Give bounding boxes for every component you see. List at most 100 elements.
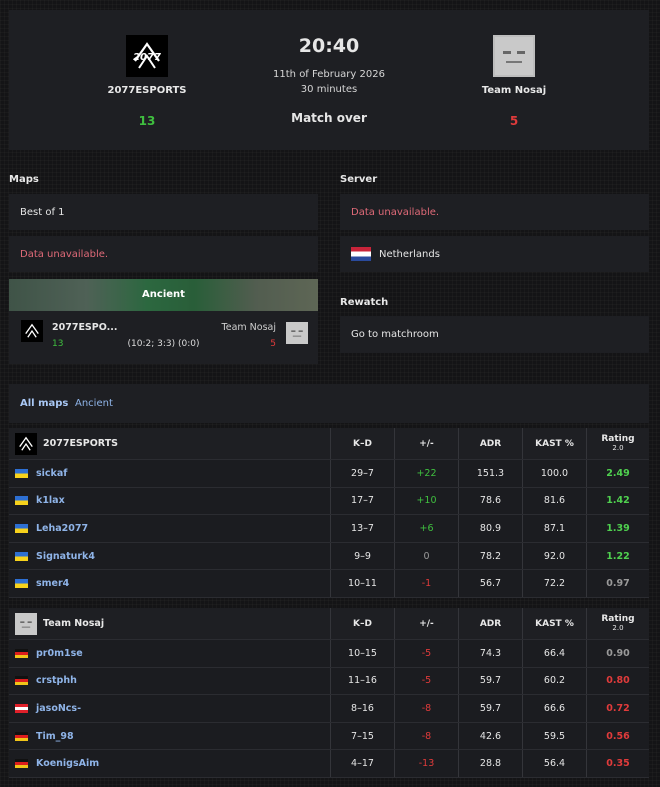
player-kd: 29–7 — [330, 460, 394, 487]
table-row: jasoNcs- 8–16 -8 59.7 66.6 0.72 — [9, 695, 649, 723]
team1-header[interactable]: 2077 2077ESPORTS 13 — [67, 10, 227, 128]
player-kd: 13–7 — [330, 515, 394, 542]
player-plus-minus: 0 — [394, 542, 458, 570]
player-rating: 0.90 — [586, 640, 649, 667]
player-name-link[interactable]: Signaturk4 — [36, 551, 95, 562]
team2-table-team[interactable]: Team Nosaj — [9, 608, 330, 639]
col-rating-version: 2.0 — [612, 443, 624, 452]
table-row: Signaturk4 9–9 0 78.2 92.0 1.22 — [9, 542, 649, 571]
team-nosaj-avatar-icon — [286, 322, 308, 344]
player-name-link[interactable]: Leha2077 — [36, 523, 88, 534]
player-cell: jasoNcs- — [9, 695, 330, 722]
table-row: pr0m1se 10–15 -5 74.3 66.4 0.90 — [9, 640, 649, 668]
player-adr: 74.3 — [458, 640, 522, 667]
player-plus-minus: -5 — [394, 667, 458, 695]
player-name-link[interactable]: sickaf — [36, 468, 67, 479]
player-kd: 17–7 — [330, 487, 394, 515]
maps-title: Maps — [9, 174, 39, 185]
player-kd: 4–17 — [330, 750, 394, 777]
team2-header[interactable]: Team Nosaj 5 — [434, 10, 594, 128]
country-flag-icon — [15, 703, 28, 713]
svg-text:2077: 2077 — [133, 52, 161, 63]
col-rating-label: Rating — [601, 613, 635, 624]
country-flag-icon — [15, 759, 28, 769]
team1-stats-table: 2077ESPORTS K–D +/- ADR KAST % Rating 2.0… — [9, 428, 649, 598]
col-rating: Rating 2.0 — [586, 428, 649, 459]
team2-table-name: Team Nosaj — [43, 618, 105, 629]
map-team2-name: Team Nosaj — [221, 322, 276, 333]
player-cell: Leha2077 — [9, 515, 330, 542]
player-plus-minus: -8 — [394, 722, 458, 750]
player-rating: 2.49 — [586, 460, 649, 487]
player-kast: 81.6 — [522, 487, 586, 515]
tab-all-maps[interactable]: All maps — [20, 398, 68, 409]
map-result-row: 2077ESPO... 13 (10:2; 3:3) (0:0) Team No… — [9, 311, 318, 364]
match-duration: 30 minutes — [300, 84, 358, 95]
country-flag-icon — [15, 579, 28, 589]
player-cell: smer4 — [9, 570, 330, 597]
player-cell: KoenigsAim — [9, 750, 330, 777]
table-header: 2077ESPORTS K–D +/- ADR KAST % Rating 2.0 — [9, 428, 649, 460]
team1-table-team[interactable]: 2077ESPORTS — [9, 428, 330, 459]
player-name-link[interactable]: Tim_98 — [36, 731, 74, 742]
country-flag-icon — [15, 496, 28, 506]
team-nosaj-avatar-icon — [15, 612, 37, 635]
match-time: 20:40 — [298, 35, 360, 57]
maps-error-label: Data unavailable. — [20, 248, 109, 260]
player-name-link[interactable]: smer4 — [36, 578, 69, 589]
match-info: 20:40 11th of February 2026 30 minutes M… — [249, 10, 409, 125]
player-adr: 42.6 — [458, 722, 522, 750]
server-error: Data unavailable. — [340, 194, 649, 230]
col-plus-minus: +/- — [394, 608, 458, 639]
team-nosaj-avatar-icon — [493, 35, 535, 77]
player-kd: 10–11 — [330, 570, 394, 597]
go-to-matchroom-label: Go to matchroom — [351, 329, 439, 340]
server-error-label: Data unavailable. — [351, 206, 440, 218]
player-name-link[interactable]: crstphh — [36, 675, 77, 686]
col-kast: KAST % — [522, 608, 586, 639]
table-row: KoenigsAim 4–17 -13 28.8 56.4 0.35 — [9, 750, 649, 778]
player-kast: 100.0 — [522, 460, 586, 487]
player-kast: 87.1 — [522, 515, 586, 542]
player-adr: 78.6 — [458, 487, 522, 515]
player-plus-minus: +22 — [394, 460, 458, 487]
player-adr: 59.7 — [458, 695, 522, 722]
team2-score: 5 — [509, 114, 519, 128]
player-kd: 8–16 — [330, 695, 394, 722]
match-date: 11th of February 2026 — [273, 69, 385, 80]
go-to-matchroom-button[interactable]: Go to matchroom — [340, 316, 649, 353]
col-plus-minus: +/- — [394, 428, 458, 459]
player-rating: 0.35 — [586, 750, 649, 777]
player-kd: 11–16 — [330, 667, 394, 695]
player-name-link[interactable]: pr0m1se — [36, 648, 83, 659]
team1-name[interactable]: 2077ESPORTS — [67, 85, 227, 96]
player-cell: k1lax — [9, 488, 330, 515]
player-rating: 0.72 — [586, 695, 649, 722]
col-rating-label: Rating — [601, 433, 635, 444]
player-name-link[interactable]: KoenigsAim — [36, 758, 99, 769]
team2-stats-table: Team Nosaj K–D +/- ADR KAST % Rating 2.0 … — [9, 608, 649, 778]
player-cell: crstphh — [9, 668, 330, 695]
player-name-link[interactable]: k1lax — [36, 495, 65, 506]
player-rating: 0.97 — [586, 570, 649, 597]
team2-name[interactable]: Team Nosaj — [434, 85, 594, 96]
player-name-link[interactable]: jasoNcs- — [36, 703, 81, 714]
col-adr: ADR — [458, 608, 522, 639]
player-kd: 7–15 — [330, 722, 394, 750]
player-adr: 80.9 — [458, 515, 522, 542]
netherlands-flag-icon — [351, 247, 371, 261]
2077esports-logo-icon — [15, 432, 37, 455]
maps-error: Data unavailable. — [9, 236, 318, 272]
player-plus-minus: -13 — [394, 750, 458, 777]
server-title: Server — [340, 174, 378, 185]
map-card-ancient[interactable]: Ancient 2077ESPO... 13 (10:2; 3:3) (0:0)… — [9, 279, 318, 364]
player-rating: 0.56 — [586, 722, 649, 750]
maps-format: Best of 1 — [9, 194, 318, 230]
col-rating-version: 2.0 — [612, 623, 624, 632]
player-kast: 56.4 — [522, 750, 586, 777]
player-kd: 9–9 — [330, 542, 394, 570]
map-banner: Ancient — [9, 279, 318, 311]
tab-ancient[interactable]: Ancient — [75, 398, 113, 409]
player-kast: 59.5 — [522, 722, 586, 750]
player-kast: 60.2 — [522, 667, 586, 695]
